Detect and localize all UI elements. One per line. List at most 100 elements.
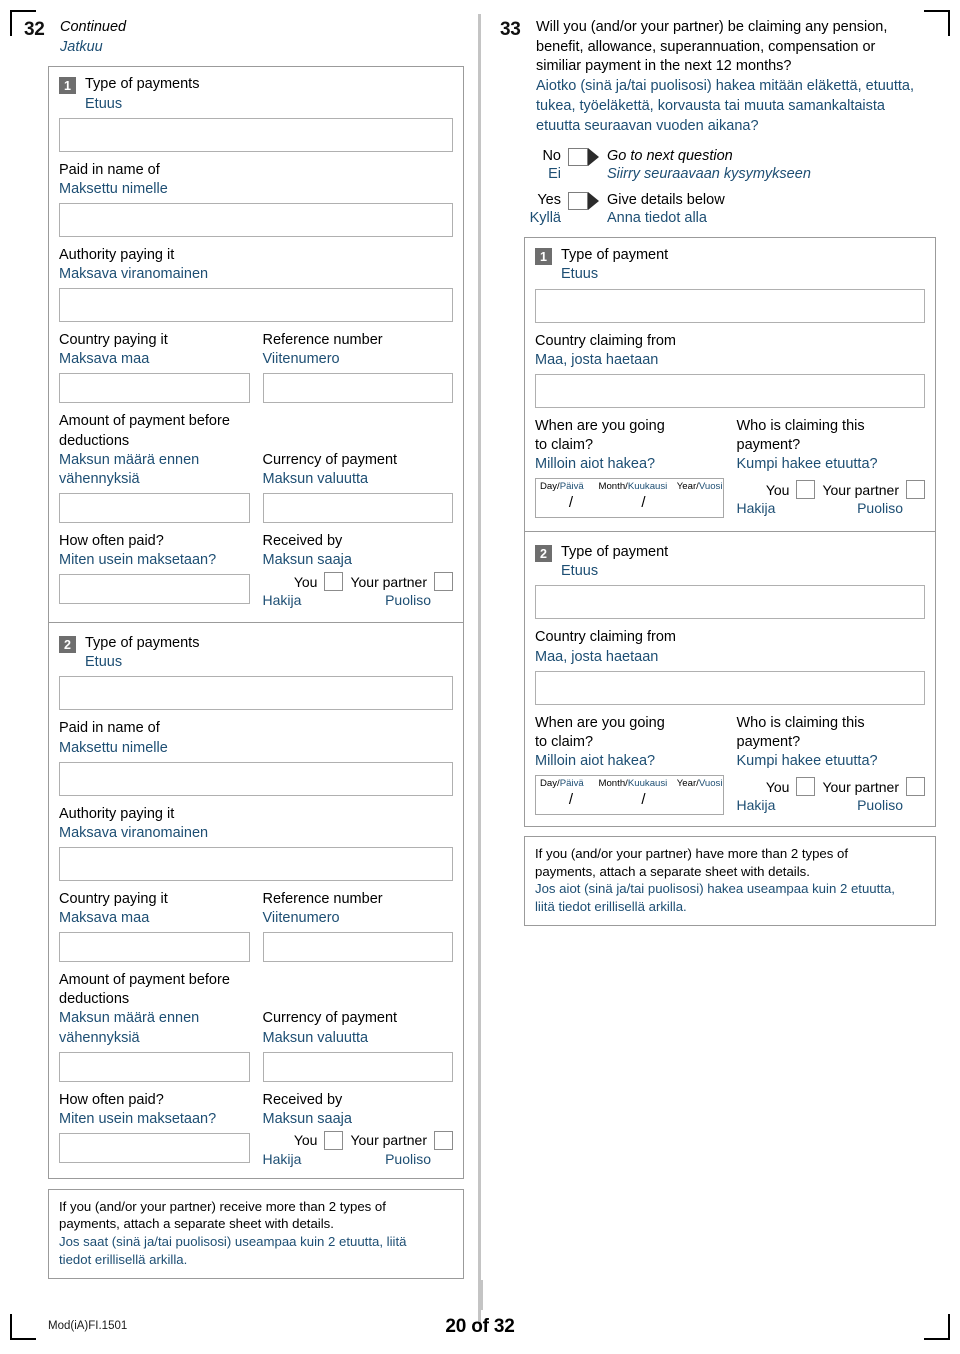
q33-note-fi-1: Jos aiot (sinä ja/tai puolisosi) hakea u… — [535, 881, 895, 897]
q32-block2-you-label-fi: Hakija — [262, 1150, 302, 1167]
q33-block2-type-label: Type of payment Etuus — [561, 543, 668, 581]
q32-block1-type-fi: Etuus — [85, 95, 123, 112]
q33-block1-who-sublabels: Hakija Puoliso — [737, 500, 926, 516]
q32-block2-reference-group: Reference number Viitenumero — [262, 890, 453, 963]
q33-block1-slash-2: / — [641, 494, 646, 512]
q33-yes-option[interactable]: Yes Give details below — [522, 191, 936, 211]
q32-block1-authority-fi: Maksava viranomainen — [59, 266, 209, 283]
q32-block2-howoften-en: How often paid? — [59, 1091, 164, 1108]
q33-block1-partner-checkbox[interactable] — [906, 480, 925, 500]
q33-block2-partner-checkbox[interactable] — [906, 777, 925, 797]
q33-block1-date-headers: Day/Päivä Month/Kuukausi Year/Vuosi — [536, 479, 723, 492]
q33-block1-date-input[interactable]: Day/Päivä Month/Kuukausi Year/Vuosi / / — [535, 478, 724, 519]
q32-block1-type-input[interactable] — [59, 117, 453, 152]
q32-block1-you-checkbox[interactable] — [324, 572, 344, 592]
q33-block2-you-checkbox[interactable] — [796, 777, 816, 797]
q32-block2-country-reference-row: Country paying it Maksava maa Reference … — [59, 890, 453, 963]
q32-block1-amount-group: Amount of payment before deductions Maks… — [59, 412, 250, 523]
q33-block1-who-en-1: Who is claiming this — [736, 417, 865, 434]
q32-block2-currency-group: Currency of payment Maksun valuutta — [262, 1009, 453, 1082]
q33-block2-country-input[interactable] — [535, 670, 925, 705]
q33-block1-who-fi: Kumpi hakee etuutta? — [736, 456, 878, 473]
question-33-text: Will you (and/or your partner) be claimi… — [536, 18, 914, 136]
q32-block1-receivedby-choices: You Your partner Hakija Puoliso — [263, 572, 453, 608]
q33-block2-who-en-2: payment? — [736, 733, 801, 750]
q32-block2-type-fi: Etuus — [85, 654, 123, 671]
q32-block1-authority-en: Authority paying it — [59, 246, 175, 263]
q32-block1-amount-input[interactable] — [59, 492, 250, 523]
q33-block1-country-input[interactable] — [535, 373, 925, 408]
q32-block2-country-fi: Maksava maa — [59, 910, 150, 927]
q33-question-en-3: similiar payment in the next 12 months? — [536, 58, 792, 75]
q32-block1-howoften-group: How often paid? Miten usein maksetaan? — [59, 532, 250, 608]
q32-block2-authority-group: Authority paying it Maksava viranomainen — [59, 805, 453, 881]
q33-yes-checkbox[interactable] — [568, 192, 588, 211]
q32-block2-amount-en-1: Amount of payment before — [59, 972, 230, 989]
q32-block1-partner-checkbox[interactable] — [434, 572, 453, 592]
q32-block2-authority-input[interactable] — [59, 846, 453, 881]
q32-note-en-1: If you (and/or your partner) receive mor… — [59, 1198, 386, 1214]
q32-block2-amount-fi-2: vähennyksiä — [59, 1029, 140, 1046]
q32-block2-currency-en: Currency of payment — [262, 1010, 398, 1027]
q33-block1-you-checkbox[interactable] — [796, 480, 816, 500]
q32-block1-receivedby-en: Received by — [262, 532, 343, 549]
q32-block2-paid-name-input[interactable] — [59, 761, 453, 796]
q33-note-fi-2: liitä tiedot erillisellä arkilla. — [535, 898, 687, 914]
question-32-title-en: Continued — [60, 19, 127, 35]
q32-block1-currency-input[interactable] — [262, 492, 453, 523]
q32-block2-reference-input[interactable] — [262, 932, 453, 963]
q33-block1-when-who-row: When are you going to claim? Milloin aio… — [535, 417, 926, 519]
question-32-heading: 32 Continued Jatkuu — [24, 18, 464, 57]
q33-block1-who-line: You Your partner — [737, 480, 925, 500]
q32-block1-authority-input[interactable] — [59, 288, 453, 323]
question-32-title: Continued Jatkuu — [60, 18, 126, 57]
q33-block2-month-header: Month/Kuukausi — [598, 778, 668, 790]
q32-block2-country-input[interactable] — [59, 932, 250, 963]
q33-no-option[interactable]: No Go to next question — [522, 147, 936, 167]
q33-block2-when-who-row: When are you going to claim? Milloin aio… — [535, 714, 925, 816]
q33-block2-date-input[interactable]: Day/Päivä Month/Kuukausi Year/Vuosi / / — [535, 775, 724, 816]
q32-block1-paid-name-input[interactable] — [59, 202, 453, 237]
q32-block2-amount-en-2: deductions — [59, 991, 130, 1008]
q32-block2-you-checkbox[interactable] — [324, 1130, 344, 1150]
q33-block1-when-fi: Milloin aiot hakea? — [535, 456, 656, 473]
q32-block2-type-input[interactable] — [59, 676, 453, 711]
q32-block2-reference-fi: Viitenumero — [262, 910, 340, 927]
q32-block2-receivedby-choices: You Your partner Hakija Puoliso — [262, 1130, 453, 1167]
q33-block1-type-label: Type of payment Etuus — [561, 246, 668, 284]
q32-block2-currency-input[interactable] — [262, 1051, 453, 1082]
q33-yes-checkbox-wrap[interactable] — [568, 191, 599, 211]
q32-block2-currency-fi: Maksun valuutta — [262, 1029, 369, 1046]
q33-block2-when-fi: Milloin aiot hakea? — [535, 752, 656, 769]
q32-block2-amount-fi-1: Maksun määrä ennen — [59, 1010, 200, 1027]
q32-block1-partner-label-en: Your partner — [350, 573, 427, 590]
footer-divider-tick — [480, 1280, 483, 1310]
q32-block2-partner-checkbox[interactable] — [434, 1130, 453, 1150]
q32-block1-country-input[interactable] — [59, 373, 250, 404]
q33-block1-when-group: When are you going to claim? Milloin aio… — [535, 417, 724, 519]
q33-block2-type-input[interactable] — [535, 585, 925, 620]
q32-block2-paid-name-fi: Maksettu nimelle — [59, 739, 168, 756]
q32-block1-currency-group: Currency of payment Maksun valuutta — [262, 451, 453, 523]
question-32-number: 32 — [24, 19, 45, 40]
q33-note-en-1: If you (and/or your partner) have more t… — [535, 846, 849, 862]
q33-block1-type-input[interactable] — [535, 288, 925, 323]
q32-block2-amount-input[interactable] — [59, 1051, 250, 1082]
q32-block2-type-label: Type of payments Etuus — [85, 634, 199, 672]
q33-question-fi-1: Aiotko (sinä ja/tai puolisosi) hakea mit… — [536, 78, 915, 95]
question-32-column: 32 Continued Jatkuu 1 Type of payments E… — [24, 18, 464, 1280]
q32-block2-paid-name-group: Paid in name of Maksettu nimelle — [59, 719, 453, 796]
q32-block1-howoften-input[interactable] — [59, 574, 250, 605]
q33-no-checkbox[interactable] — [568, 148, 588, 167]
q33-block2-type-fi: Etuus — [561, 563, 599, 580]
q32-block2-receivedby-fi: Maksun saaja — [262, 1110, 352, 1127]
q32-block1-reference-input[interactable] — [262, 373, 453, 404]
q33-question-en-2: benefit, allowance, superannuation, comp… — [536, 38, 876, 55]
q32-block2-howoften-input[interactable] — [59, 1132, 250, 1163]
q33-yes-label-en: Yes — [537, 192, 561, 209]
q33-no-checkbox-wrap[interactable] — [568, 147, 599, 167]
q33-block2-country-fi: Maa, josta haetaan — [535, 648, 659, 665]
form-page: 32 Continued Jatkuu 1 Type of payments E… — [0, 0, 960, 1354]
q33-no-action-en: Go to next question — [607, 148, 733, 165]
q32-block1-receivedby-fi: Maksun saaja — [262, 552, 352, 569]
